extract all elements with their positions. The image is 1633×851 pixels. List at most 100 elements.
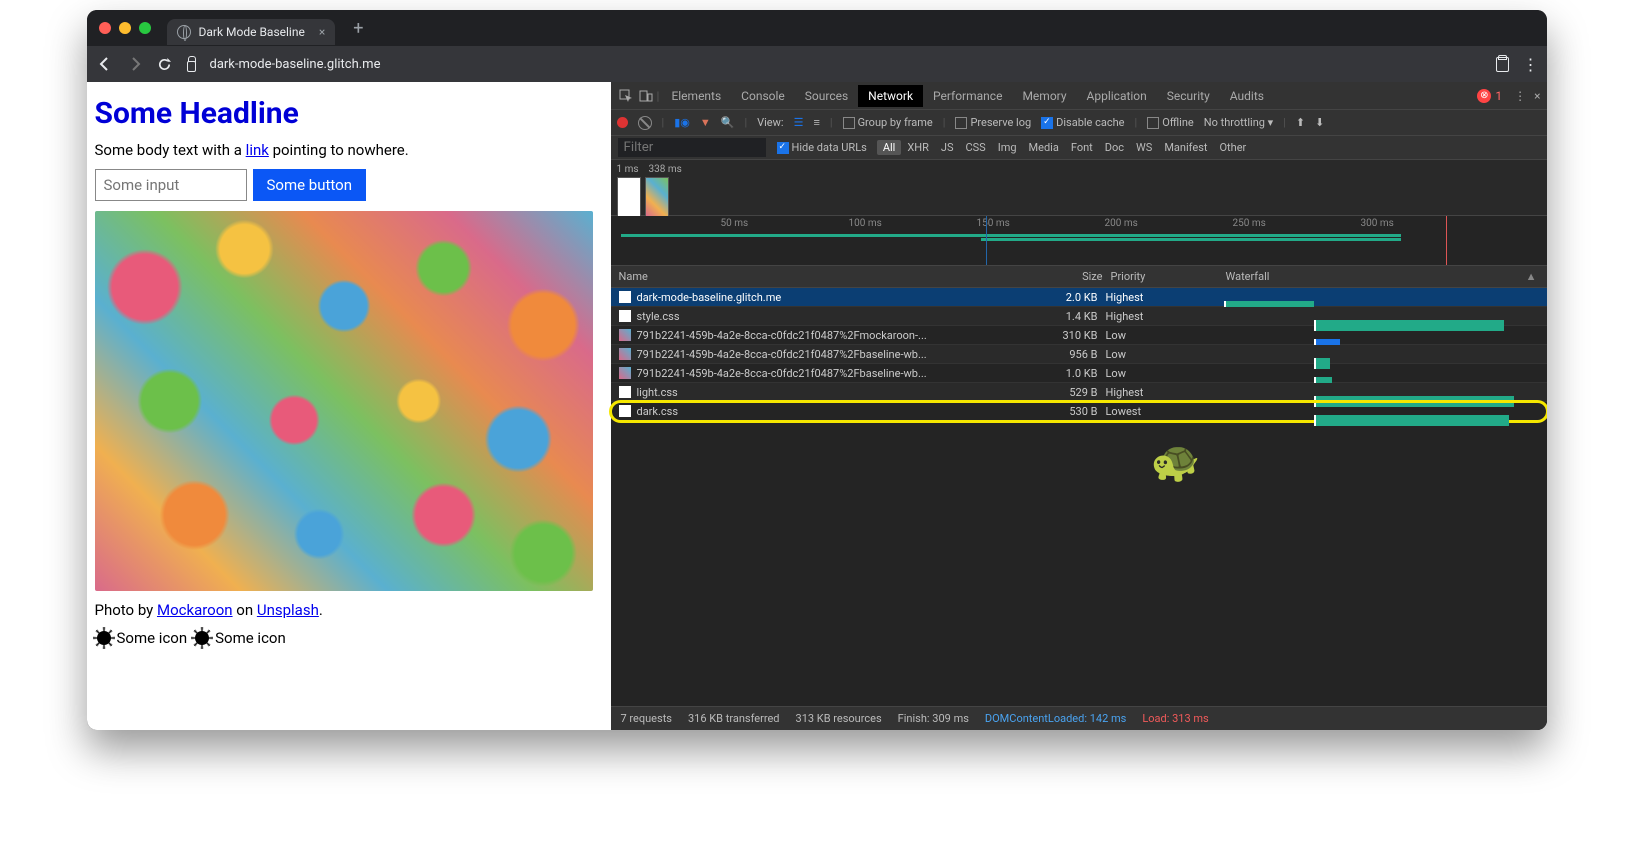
reload-button[interactable] bbox=[157, 56, 173, 72]
error-count: 1 bbox=[1495, 89, 1502, 103]
devtools-close[interactable]: × bbox=[1534, 89, 1540, 103]
devtools-tab-elements[interactable]: Elements bbox=[661, 85, 731, 107]
devtools-tab-console[interactable]: Console bbox=[731, 85, 795, 107]
max-dot[interactable] bbox=[139, 22, 151, 34]
some-input[interactable] bbox=[95, 169, 247, 201]
credit-site-link[interactable]: Unsplash bbox=[257, 601, 319, 619]
sun-icon bbox=[97, 631, 111, 645]
network-row[interactable]: style.css1.4 KBHighest bbox=[611, 307, 1547, 326]
close-tab-icon[interactable]: × bbox=[319, 25, 325, 39]
url-text[interactable]: dark-mode-baseline.glitch.me bbox=[210, 57, 1482, 72]
close-dot[interactable] bbox=[99, 22, 111, 34]
preserve-checkbox[interactable]: Preserve log bbox=[955, 116, 1031, 129]
filmstrip-frame[interactable] bbox=[617, 177, 641, 217]
devtools-tab-security[interactable]: Security bbox=[1157, 85, 1220, 107]
file-icon bbox=[619, 386, 631, 398]
network-row[interactable]: dark-mode-baseline.glitch.me2.0 KBHighes… bbox=[611, 288, 1547, 307]
file-icon bbox=[619, 329, 631, 341]
col-waterfall[interactable]: Waterfall▲ bbox=[1226, 270, 1547, 283]
devtools-menu[interactable]: ⋮ bbox=[1514, 89, 1524, 103]
view-large-icon[interactable]: ≡ bbox=[813, 116, 819, 129]
filmstrip-frame[interactable] bbox=[645, 177, 669, 217]
inspect-icon[interactable] bbox=[617, 87, 635, 105]
tab-title: Dark Mode Baseline bbox=[199, 25, 305, 39]
filter-type-img[interactable]: Img bbox=[992, 140, 1023, 155]
group-checkbox[interactable]: Group by frame bbox=[843, 116, 933, 129]
min-dot[interactable] bbox=[119, 22, 131, 34]
device-icon[interactable] bbox=[637, 87, 655, 105]
devtools-tab-audits[interactable]: Audits bbox=[1220, 85, 1274, 107]
network-row[interactable]: 791b2241-459b-4a2e-8cca-c0fdc21f0487%2Fb… bbox=[611, 345, 1547, 364]
camera-icon[interactable]: ▮◉ bbox=[674, 116, 690, 129]
network-row[interactable]: 791b2241-459b-4a2e-8cca-c0fdc21f0487%2Fb… bbox=[611, 364, 1547, 383]
devtools-tab-performance[interactable]: Performance bbox=[923, 85, 1012, 107]
offline-checkbox[interactable]: Offline bbox=[1147, 116, 1194, 129]
network-row[interactable]: light.css529 BHighest bbox=[611, 383, 1547, 402]
menu-button[interactable]: ⋮ bbox=[1523, 55, 1537, 74]
devtools-tab-sources[interactable]: Sources bbox=[795, 85, 858, 107]
credit-author-link[interactable]: Mockaroon bbox=[157, 601, 233, 619]
hide-data-checkbox[interactable]: Hide data URLs bbox=[777, 141, 867, 154]
disable-cache-checkbox[interactable]: Disable cache bbox=[1041, 116, 1124, 129]
new-tab-button[interactable]: + bbox=[353, 18, 363, 39]
filter-input[interactable] bbox=[617, 137, 767, 158]
devtools-panel: | ElementsConsoleSourcesNetworkPerforman… bbox=[611, 82, 1547, 730]
sun-icon bbox=[195, 631, 209, 645]
throttle-select[interactable]: No throttling ▾ bbox=[1204, 116, 1273, 129]
network-table-body: 🐢 dark-mode-baseline.glitch.me2.0 KBHigh… bbox=[611, 288, 1547, 706]
filter-type-other[interactable]: Other bbox=[1213, 140, 1252, 155]
col-priority[interactable]: Priority bbox=[1111, 270, 1226, 283]
filter-type-all[interactable]: All bbox=[877, 140, 902, 155]
devtools-tabs: | ElementsConsoleSourcesNetworkPerforman… bbox=[611, 82, 1547, 110]
filter-type-font[interactable]: Font bbox=[1065, 140, 1099, 155]
export-icon[interactable]: ⬇ bbox=[1315, 116, 1324, 129]
file-name: light.css bbox=[637, 386, 941, 399]
file-icon bbox=[619, 367, 631, 379]
file-icon bbox=[619, 348, 631, 360]
devtools-tab-memory[interactable]: Memory bbox=[1012, 85, 1076, 107]
network-table-header: Name Size Priority Waterfall▲ bbox=[611, 266, 1547, 288]
file-name: 791b2241-459b-4a2e-8cca-c0fdc21f0487%2Fm… bbox=[637, 329, 941, 342]
network-row[interactable]: dark.css530 BLowest bbox=[611, 402, 1547, 421]
file-name: dark-mode-baseline.glitch.me bbox=[637, 291, 941, 304]
browser-tab[interactable]: Dark Mode Baseline × bbox=[167, 19, 336, 45]
extension-icon[interactable] bbox=[1496, 57, 1509, 72]
file-name: 791b2241-459b-4a2e-8cca-c0fdc21f0487%2Fb… bbox=[637, 348, 941, 361]
record-button[interactable] bbox=[617, 117, 628, 128]
body-link[interactable]: link bbox=[246, 141, 269, 159]
page-content: Some Headline Some body text with a link… bbox=[87, 82, 611, 730]
filter-row: Hide data URLs AllXHRJSCSSImgMediaFontDo… bbox=[611, 136, 1547, 160]
filter-type-manifest[interactable]: Manifest bbox=[1158, 140, 1213, 155]
col-size[interactable]: Size bbox=[946, 270, 1111, 283]
file-name: dark.css bbox=[637, 405, 941, 418]
file-icon bbox=[619, 291, 631, 303]
photo-image bbox=[95, 211, 593, 591]
clear-button[interactable] bbox=[638, 116, 652, 130]
forward-button[interactable] bbox=[127, 56, 143, 72]
filter-type-media[interactable]: Media bbox=[1023, 140, 1065, 155]
some-button[interactable]: Some button bbox=[253, 169, 367, 201]
file-name: style.css bbox=[637, 310, 941, 323]
col-name[interactable]: Name bbox=[611, 270, 946, 283]
timeline-overview[interactable]: 50 ms100 ms150 ms200 ms250 ms300 ms bbox=[611, 216, 1547, 266]
lock-icon bbox=[187, 61, 196, 72]
file-icon bbox=[619, 310, 631, 322]
network-row[interactable]: 791b2241-459b-4a2e-8cca-c0fdc21f0487%2Fm… bbox=[611, 326, 1547, 345]
file-name: 791b2241-459b-4a2e-8cca-c0fdc21f0487%2Fb… bbox=[637, 367, 941, 380]
back-button[interactable] bbox=[97, 56, 113, 72]
import-icon[interactable]: ⬆ bbox=[1296, 116, 1305, 129]
filter-type-doc[interactable]: Doc bbox=[1099, 140, 1130, 155]
url-bar: dark-mode-baseline.glitch.me ⋮ bbox=[87, 46, 1547, 82]
search-icon[interactable]: 🔍 bbox=[721, 116, 735, 129]
filter-type-xhr[interactable]: XHR bbox=[901, 140, 935, 155]
filter-type-ws[interactable]: WS bbox=[1130, 140, 1158, 155]
filter-type-js[interactable]: JS bbox=[935, 140, 960, 155]
page-headline: Some Headline bbox=[95, 96, 603, 131]
view-list-icon[interactable]: ☰ bbox=[794, 116, 804, 129]
filter-type-css[interactable]: CSS bbox=[959, 140, 991, 155]
error-badge[interactable]: ⊗ bbox=[1477, 89, 1491, 103]
filter-icon[interactable]: ▼ bbox=[700, 116, 711, 129]
devtools-tab-application[interactable]: Application bbox=[1077, 85, 1157, 107]
turtle-icon: 🐢 bbox=[1151, 438, 1201, 485]
devtools-tab-network[interactable]: Network bbox=[858, 85, 923, 107]
